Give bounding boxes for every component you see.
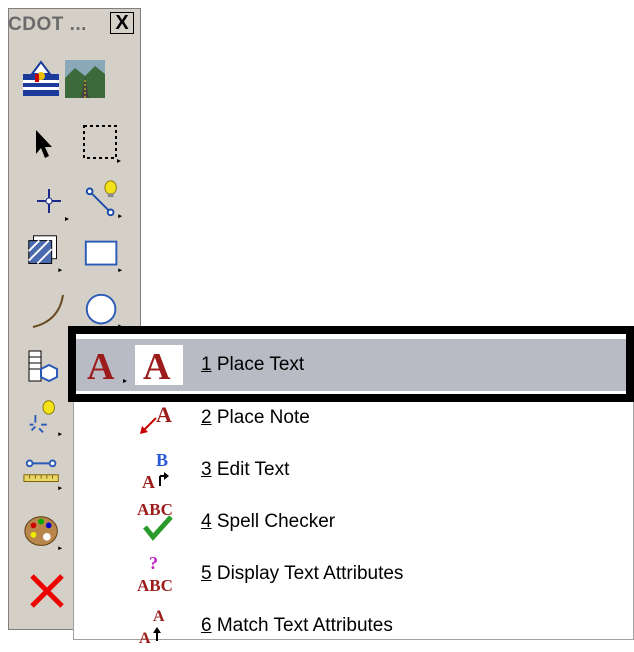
- spell-checker-icon: ABC: [133, 496, 183, 548]
- place-text-glyph-right: A: [143, 346, 171, 388]
- place-note-icon: A: [133, 392, 183, 444]
- menu-item-spell-checker[interactable]: ABC 4 Spell Checker: [73, 496, 633, 548]
- sparkle-lightbulb-icon[interactable]: [22, 396, 64, 438]
- edit-text-icon: B A: [133, 444, 183, 496]
- match-text-attributes-label: 6 Match Text Attributes: [201, 615, 393, 636]
- road-image-icon[interactable]: [64, 58, 106, 100]
- edit-text-label: 3 Edit Text: [201, 459, 290, 480]
- svg-text:A: A: [142, 472, 155, 492]
- menu-item-place-text[interactable]: A A 1 Place Text: [73, 339, 633, 391]
- match-text-attributes-icon: A A: [133, 600, 183, 652]
- menu-item-match-text-attributes[interactable]: A A 6 Match Text Attributes: [73, 600, 633, 652]
- place-cell-icon[interactable]: [22, 346, 64, 388]
- circle-icon[interactable]: [82, 290, 124, 332]
- patterning-icon[interactable]: [24, 232, 66, 274]
- svg-text:A: A: [153, 608, 165, 625]
- place-text-icon: A A: [73, 339, 191, 391]
- display-text-attributes-label: 5 Display Text Attributes: [201, 563, 404, 584]
- element-selection-icon[interactable]: [22, 122, 64, 164]
- crosshair-point-icon[interactable]: [30, 182, 72, 224]
- place-text-label: 1 Place Text: [201, 354, 305, 375]
- cdot-logo-icon[interactable]: [20, 58, 62, 100]
- place-block-icon[interactable]: [82, 234, 124, 276]
- menu-item-edit-text[interactable]: B A 3 Edit Text: [73, 444, 633, 496]
- palette-icon[interactable]: [22, 512, 64, 554]
- line-lightbulb-icon[interactable]: [82, 178, 124, 220]
- display-text-attributes-icon: ? ABC: [133, 548, 183, 600]
- place-text-glyph-left: A: [87, 346, 115, 388]
- arc-icon[interactable]: [28, 290, 70, 332]
- fence-selection-icon[interactable]: [80, 122, 122, 164]
- menu-item-place-note[interactable]: A 2 Place Note: [73, 392, 633, 444]
- close-button[interactable]: X: [110, 12, 134, 34]
- toolbox-title: CDOT ...: [8, 14, 87, 35]
- svg-text:?: ?: [149, 553, 158, 573]
- svg-text:B: B: [156, 450, 168, 470]
- svg-text:A: A: [139, 630, 151, 647]
- place-note-label: 2 Place Note: [201, 407, 310, 428]
- delete-element-icon[interactable]: [26, 570, 68, 612]
- spell-checker-label: 4 Spell Checker: [201, 511, 336, 532]
- measure-distance-icon[interactable]: [22, 450, 64, 492]
- svg-text:ABC: ABC: [137, 576, 173, 595]
- menu-item-display-text-attributes[interactable]: ? ABC 5 Display Text Attributes: [73, 548, 633, 600]
- svg-text:ABC: ABC: [137, 500, 173, 519]
- svg-text:A: A: [156, 402, 172, 427]
